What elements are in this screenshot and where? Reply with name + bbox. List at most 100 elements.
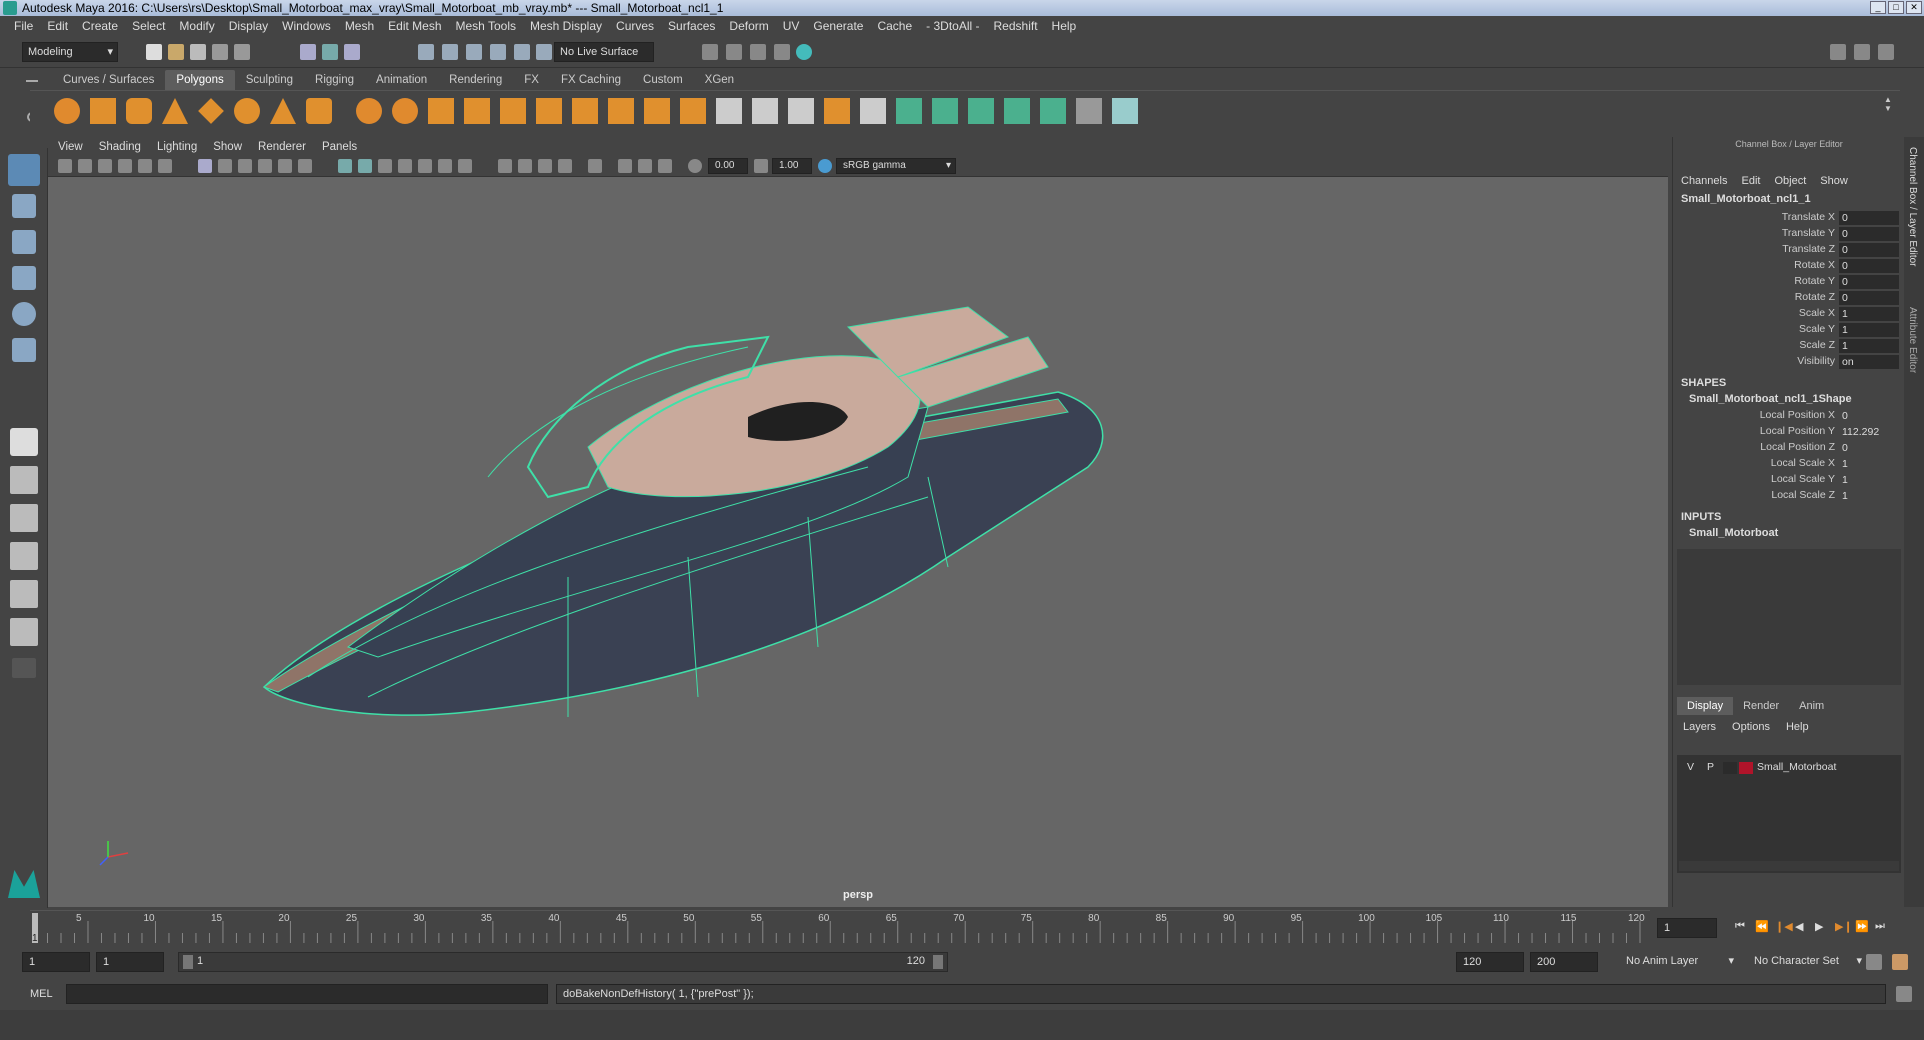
planar-map-icon[interactable] — [896, 98, 922, 124]
channel-row[interactable]: Rotate Z 0 — [1673, 291, 1905, 307]
channel-value[interactable]: 0 — [1839, 291, 1899, 305]
make-live-icon[interactable] — [514, 44, 530, 60]
play-forwards-button[interactable]: ▶ — [1815, 920, 1823, 933]
redo-icon[interactable] — [234, 44, 250, 60]
open-scene-icon[interactable] — [168, 44, 184, 60]
channel-value[interactable]: 1 — [1839, 457, 1899, 471]
channel-value[interactable]: 112.292 — [1839, 425, 1899, 439]
auto-map-icon[interactable] — [1004, 98, 1030, 124]
xray-active-icon[interactable] — [638, 159, 652, 173]
new-scene-icon[interactable] — [146, 44, 162, 60]
side-tab-attribute-editor[interactable]: Attribute Editor — [1907, 307, 1918, 373]
exposure-field[interactable]: 0.00 — [708, 158, 748, 174]
tab-sculpting[interactable]: Sculpting — [235, 70, 304, 90]
spherical-map-icon[interactable] — [968, 98, 994, 124]
channel-value[interactable]: 0 — [1839, 243, 1899, 257]
layer-list-scrollbar[interactable] — [1679, 861, 1899, 871]
unfold-icon[interactable] — [1040, 98, 1066, 124]
menu-surfaces[interactable]: Surfaces — [668, 19, 715, 33]
poly-cube-icon[interactable] — [90, 98, 116, 124]
animation-start-field[interactable]: 1 — [22, 952, 90, 972]
viewport-menu-panels[interactable]: Panels — [322, 141, 357, 153]
viewport-menu-view[interactable]: View — [58, 141, 83, 153]
snap-together-icon[interactable] — [536, 44, 552, 60]
persp-hypershade-layout-icon[interactable] — [10, 580, 38, 608]
tab-custom[interactable]: Custom — [632, 70, 694, 90]
tab-render[interactable]: Render — [1733, 697, 1789, 715]
outliner-persp-layout-icon[interactable] — [10, 618, 38, 646]
channel-value[interactable]: 1 — [1839, 339, 1899, 353]
channel-value[interactable]: 1 — [1839, 489, 1899, 503]
separate-icon[interactable] — [392, 98, 418, 124]
channel-row[interactable]: Scale Z 1 — [1673, 339, 1905, 355]
persp-graph-layout-icon[interactable] — [10, 542, 38, 570]
persp-outliner-layout-icon[interactable] — [10, 504, 38, 532]
menu-select[interactable]: Select — [132, 19, 165, 33]
ambient-occlusion-icon[interactable] — [518, 159, 532, 173]
tab-fx-caching[interactable]: FX Caching — [550, 70, 632, 90]
menu-cache[interactable]: Cache — [877, 19, 912, 33]
field-chart-icon[interactable] — [278, 159, 292, 173]
side-tab-channel-box[interactable]: Channel Box / Layer Editor — [1907, 147, 1918, 267]
step-back-key-button[interactable]: ⏪ — [1755, 920, 1769, 933]
shape-channel-row[interactable]: Local Scale Y 1 — [1673, 473, 1905, 489]
bookmark-icon[interactable] — [98, 159, 112, 173]
object-menu[interactable]: Object — [1774, 175, 1806, 187]
shape-channel-row[interactable]: Local Position Z 0 — [1673, 441, 1905, 457]
snap-curve-icon[interactable] — [442, 44, 458, 60]
animation-preferences-icon[interactable] — [1892, 954, 1908, 970]
paint-select-tool-icon[interactable] — [12, 230, 36, 254]
2d-pan-zoom-icon[interactable] — [138, 159, 152, 173]
menu-mesh-tools[interactable]: Mesh Tools — [456, 19, 516, 33]
gamma-icon[interactable] — [754, 159, 768, 173]
channel-value[interactable]: 0 — [1839, 275, 1899, 289]
four-view-layout-icon[interactable] — [10, 466, 38, 494]
toggle-channel-box-icon[interactable] — [1854, 44, 1870, 60]
snap-grid-icon[interactable] — [418, 44, 434, 60]
tab-xgen[interactable]: XGen — [694, 70, 745, 90]
channel-value[interactable]: on — [1839, 355, 1899, 369]
append-polygon-icon[interactable] — [680, 98, 706, 124]
grid-icon[interactable] — [198, 159, 212, 173]
tab-display[interactable]: Display — [1677, 697, 1734, 715]
extract-icon[interactable] — [428, 98, 454, 124]
menu-mesh-display[interactable]: Mesh Display — [530, 19, 602, 33]
insert-edge-loop-icon[interactable] — [788, 98, 814, 124]
edit-menu[interactable]: Edit — [1741, 175, 1760, 187]
close-button[interactable]: ✕ — [1906, 1, 1922, 14]
layer-playback-toggle[interactable]: P — [1707, 761, 1714, 773]
anti-aliasing-icon[interactable] — [558, 159, 572, 173]
camera-attributes-icon[interactable] — [78, 159, 92, 173]
extrude-icon[interactable] — [608, 98, 634, 124]
poly-pipe-icon[interactable] — [306, 98, 332, 124]
range-slider-start-handle[interactable] — [183, 955, 193, 969]
expand-layouts-icon[interactable] — [12, 658, 36, 678]
shape-channel-row[interactable]: Local Scale X 1 — [1673, 457, 1905, 473]
wireframe-icon[interactable] — [338, 159, 352, 173]
layer-type-toggle[interactable] — [1723, 762, 1737, 774]
channel-value[interactable]: 0 — [1839, 441, 1899, 455]
input-node-name[interactable]: Small_Motorboat — [1689, 527, 1778, 539]
range-slider[interactable]: 1 120 — [178, 952, 948, 972]
menu-create[interactable]: Create — [82, 19, 118, 33]
fill-hole-icon[interactable] — [824, 98, 850, 124]
menu-deform[interactable]: Deform — [729, 19, 768, 33]
anim-layer-dropdown[interactable]: No Anim Layer ▾ — [1620, 952, 1738, 972]
multi-cut-icon[interactable] — [716, 98, 742, 124]
select-hierarchy-icon[interactable] — [300, 44, 316, 60]
bridge-icon[interactable] — [572, 98, 598, 124]
menu-help[interactable]: Help — [1052, 19, 1077, 33]
tab-fx[interactable]: FX — [513, 70, 550, 90]
default-material-icon[interactable] — [378, 159, 392, 173]
help-menu[interactable]: Help — [1786, 721, 1809, 733]
viewport-menu-renderer[interactable]: Renderer — [258, 141, 306, 153]
ipr-render-icon[interactable] — [750, 44, 766, 60]
channel-value[interactable]: 1 — [1839, 307, 1899, 321]
channel-row[interactable]: Translate Z 0 — [1673, 243, 1905, 259]
lasso-tool-icon[interactable] — [12, 194, 36, 218]
channel-row[interactable]: Translate X 0 — [1673, 211, 1905, 227]
tab-anim[interactable]: Anim — [1789, 697, 1834, 715]
undo-icon[interactable] — [212, 44, 228, 60]
snap-point-icon[interactable] — [466, 44, 482, 60]
time-ruler[interactable]: 5 10 15 20 25 30 35 40 45 50 55 60 65 70 75 80 85 90 95 100… — [30, 911, 1650, 947]
